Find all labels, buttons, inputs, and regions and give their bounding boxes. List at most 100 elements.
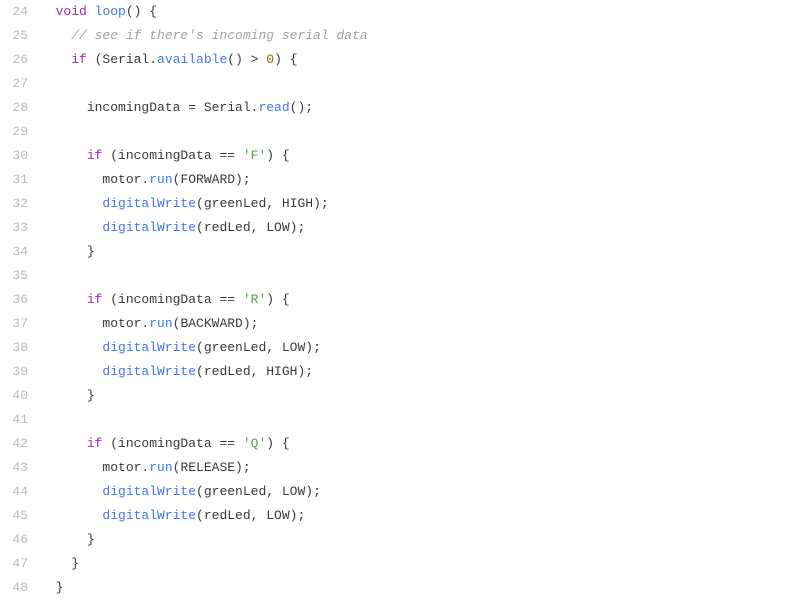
code-line: motor.run(BACKWARD);	[40, 312, 797, 336]
token-plain: }	[87, 532, 95, 547]
code-line	[40, 120, 797, 144]
token-plain: (redLed, LOW);	[196, 508, 305, 523]
token-method: read	[258, 100, 289, 115]
code-content[interactable]: void loop() { // see if there's incoming…	[40, 0, 797, 600]
code-line: }	[40, 240, 797, 264]
token-plain: (incomingData ==	[102, 436, 242, 451]
line-number: 29	[0, 120, 28, 144]
token-method: run	[149, 172, 172, 187]
token-method: digitalWrite	[102, 508, 196, 523]
code-line: digitalWrite(redLed, LOW);	[40, 216, 797, 240]
line-number: 48	[0, 576, 28, 600]
line-number-gutter: 2425262728293031323334353637383940414243…	[0, 0, 40, 600]
line-number: 30	[0, 144, 28, 168]
code-line: }	[40, 528, 797, 552]
line-number: 33	[0, 216, 28, 240]
token-comment: // see if there's incoming serial data	[71, 28, 367, 43]
token-method: digitalWrite	[102, 340, 196, 355]
token-plain: (incomingData ==	[102, 292, 242, 307]
token-plain: ) {	[274, 52, 297, 67]
code-line: digitalWrite(greenLed, LOW);	[40, 480, 797, 504]
code-line: digitalWrite(redLed, HIGH);	[40, 360, 797, 384]
token-plain: motor.	[102, 316, 149, 331]
token-method: available	[157, 52, 227, 67]
token-plain: (greenLed, LOW);	[196, 340, 321, 355]
token-string: 'F'	[243, 148, 266, 163]
token-method: digitalWrite	[102, 196, 196, 211]
code-line: digitalWrite(greenLed, HIGH);	[40, 192, 797, 216]
token-plain: motor.	[102, 460, 149, 475]
token-plain: incomingData = Serial.	[87, 100, 259, 115]
line-number: 35	[0, 264, 28, 288]
token-plain: ) {	[266, 436, 289, 451]
code-line: if (incomingData == 'F') {	[40, 144, 797, 168]
code-line: if (incomingData == 'R') {	[40, 288, 797, 312]
token-keyword: if	[87, 148, 103, 163]
token-keyword: if	[87, 292, 103, 307]
token-plain: ();	[290, 100, 313, 115]
token-plain: () {	[126, 4, 157, 19]
code-editor: 2425262728293031323334353637383940414243…	[0, 0, 797, 600]
line-number: 39	[0, 360, 28, 384]
token-plain: }	[87, 244, 95, 259]
token-method: digitalWrite	[102, 484, 196, 499]
code-line	[40, 264, 797, 288]
token-string: 'R'	[243, 292, 266, 307]
code-line: if (Serial.available() > 0) {	[40, 48, 797, 72]
code-line: }	[40, 384, 797, 408]
token-plain: (incomingData ==	[102, 148, 242, 163]
token-plain: (Serial.	[87, 52, 157, 67]
line-number: 28	[0, 96, 28, 120]
token-method: digitalWrite	[102, 220, 196, 235]
token-plain: }	[56, 580, 64, 595]
token-plain: motor.	[102, 172, 149, 187]
token-plain: }	[71, 556, 79, 571]
line-number: 42	[0, 432, 28, 456]
token-method: digitalWrite	[102, 364, 196, 379]
line-number: 26	[0, 48, 28, 72]
line-number: 47	[0, 552, 28, 576]
token-plain: }	[87, 388, 95, 403]
token-plain: ) {	[266, 292, 289, 307]
token-function-name: loop	[95, 4, 126, 19]
line-number: 41	[0, 408, 28, 432]
line-number: 32	[0, 192, 28, 216]
line-number: 31	[0, 168, 28, 192]
line-number: 25	[0, 24, 28, 48]
code-line: incomingData = Serial.read();	[40, 96, 797, 120]
code-line	[40, 408, 797, 432]
code-line: motor.run(RELEASE);	[40, 456, 797, 480]
line-number: 43	[0, 456, 28, 480]
code-line: digitalWrite(redLed, LOW);	[40, 504, 797, 528]
code-line: // see if there's incoming serial data	[40, 24, 797, 48]
token-plain: (BACKWARD);	[173, 316, 259, 331]
token-plain: (FORWARD);	[173, 172, 251, 187]
token-plain: (greenLed, LOW);	[196, 484, 321, 499]
code-line: void loop() {	[40, 0, 797, 24]
token-plain: (redLed, HIGH);	[196, 364, 313, 379]
token-method: run	[149, 460, 172, 475]
code-line	[40, 72, 797, 96]
line-number: 37	[0, 312, 28, 336]
line-number: 34	[0, 240, 28, 264]
token-keyword: if	[87, 436, 103, 451]
token-number: 0	[266, 52, 274, 67]
line-number: 46	[0, 528, 28, 552]
token-plain: (greenLed, HIGH);	[196, 196, 329, 211]
token-keyword: if	[71, 52, 87, 67]
token-type: void	[56, 4, 87, 19]
code-line: digitalWrite(greenLed, LOW);	[40, 336, 797, 360]
token-plain	[87, 4, 95, 19]
token-method: run	[149, 316, 172, 331]
code-line: if (incomingData == 'Q') {	[40, 432, 797, 456]
token-plain: () >	[227, 52, 266, 67]
code-line: motor.run(FORWARD);	[40, 168, 797, 192]
token-string: 'Q'	[243, 436, 266, 451]
line-number: 45	[0, 504, 28, 528]
code-line: }	[40, 552, 797, 576]
line-number: 24	[0, 0, 28, 24]
line-number: 44	[0, 480, 28, 504]
line-number: 38	[0, 336, 28, 360]
token-plain: (RELEASE);	[173, 460, 251, 475]
code-line: }	[40, 576, 797, 600]
